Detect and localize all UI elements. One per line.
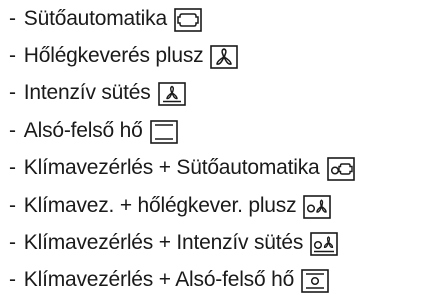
list-item-top-bottom-heat: - Alsó-felső hő: [9, 112, 355, 149]
list-item-hot-air-plus: - Hőlégkeverés plusz: [9, 37, 355, 74]
list-item-climate-top-bottom-heat: - Klímavezérlés + Alsó-felső hő: [9, 262, 355, 299]
list-item-climate-hot-air-plus: - Klímavez. + hőlégkever. plusz: [9, 187, 355, 224]
bullet-dash: -: [9, 268, 16, 292]
bullet-dash: -: [9, 118, 16, 142]
mode-label: Klímavezérlés + Intenzív sütés: [23, 231, 304, 255]
auto-bake-icon: [174, 7, 202, 32]
hot-air-plus-fan-icon: [210, 45, 239, 69]
mode-label: Alsó-felső hő: [23, 118, 143, 142]
list-item-climate-intensive-bake: - Klímavezérlés + Intenzív sütés: [9, 224, 355, 261]
climate-intensive-bake-icon: [310, 232, 338, 256]
bullet-dash: -: [9, 231, 16, 255]
mode-label: Klímavez. + hőlégkever. plusz: [23, 193, 297, 217]
climate-top-bottom-heat-icon: [301, 269, 329, 294]
mode-label: Sütőautomatika: [23, 6, 167, 30]
mode-label: Hőlégkeverés plusz: [23, 44, 204, 68]
mode-label: Intenzív sütés: [23, 81, 151, 105]
bullet-dash: -: [9, 156, 16, 180]
mode-label: Klímavezérlés + Alsó-felső hő: [23, 268, 295, 292]
bullet-dash: -: [9, 193, 16, 217]
climate-hot-air-plus-icon: [303, 194, 332, 219]
intensive-bake-icon: [157, 82, 186, 107]
list-item-climate-auto-bake: - Klímavezérlés + Sütőautomatika: [9, 150, 355, 187]
top-bottom-heat-icon: [149, 120, 178, 144]
bullet-dash: -: [9, 6, 16, 30]
oven-mode-list: - Sütőautomatika - Hőlégkeverés plusz - …: [9, 0, 355, 299]
mode-label: Klímavezérlés + Sütőautomatika: [23, 156, 320, 180]
bullet-dash: -: [9, 44, 16, 68]
climate-auto-bake-icon: [326, 157, 355, 182]
list-item-intensive-bake: - Intenzív sütés: [9, 75, 355, 112]
list-item-auto-bake: - Sütőautomatika: [9, 0, 355, 37]
bullet-dash: -: [9, 81, 16, 105]
